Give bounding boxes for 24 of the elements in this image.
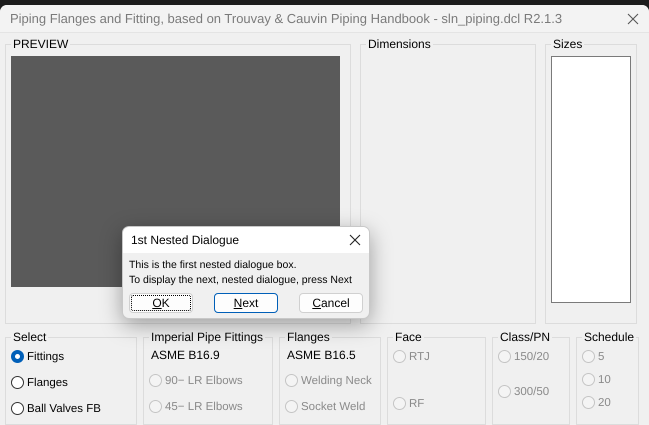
group-label: Dimensions	[367, 37, 432, 51]
group-label: Sizes	[552, 37, 584, 51]
close-icon[interactable]	[349, 234, 361, 246]
group-label: Schedule	[583, 330, 636, 344]
window-title: Piping Flanges and Fitting, based on Trouvay & Cauvin Piping Handbook - sln_piping.dcl R2.1.3	[10, 11, 562, 26]
dialog-button[interactable]: Cancel	[299, 293, 363, 313]
group-label: Class/PN	[499, 330, 552, 344]
radio-option[interactable]: Fittings	[11, 350, 131, 363]
sizes-list[interactable]	[551, 56, 631, 303]
group-label: Select	[12, 330, 48, 344]
standard-label: ASME B16.5	[287, 348, 357, 362]
group-label: PREVIEW	[12, 37, 70, 51]
dialog-title: 1st Nested Dialogue	[131, 233, 240, 247]
close-icon[interactable]	[627, 12, 639, 24]
group-label: Imperial Pipe Fittings	[150, 330, 264, 344]
dialog-button[interactable]: OK	[129, 293, 193, 313]
dialog-message: To display the next, nested dialogue, press Next	[129, 274, 353, 286]
dialog-button[interactable]: Next	[214, 293, 278, 313]
standard-label: ASME B16.9	[151, 348, 221, 362]
group-label: Flanges	[286, 330, 331, 344]
group-label: Face	[394, 330, 423, 344]
radio-option[interactable]: Flanges	[11, 376, 131, 389]
radio-option[interactable]: Ball Valves FB	[11, 402, 131, 415]
dialog-message: This is the first nested dialogue box.	[129, 259, 298, 271]
